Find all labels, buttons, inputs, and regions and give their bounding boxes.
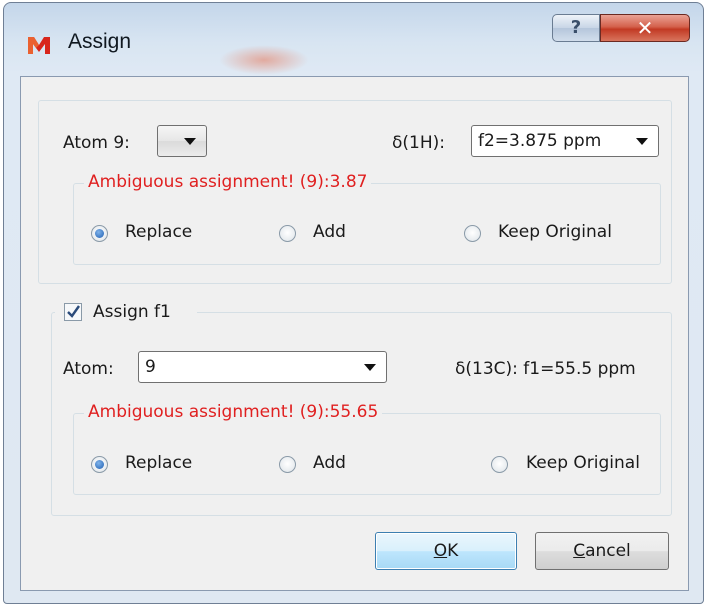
cancel-button[interactable]: Cancel <box>535 532 669 570</box>
checkmark-icon <box>67 305 80 318</box>
atom-label-proton: Atom 9: <box>63 133 130 153</box>
title-bar[interactable]: Assign ? ✕ <box>4 3 703 83</box>
assign-dialog: Assign ? ✕ Atom 9: δ(1H): f2=3.875 ppm A… <box>3 2 704 604</box>
proton-warning: Ambiguous assignment! (9):3.87 <box>84 172 372 192</box>
proton-add-label[interactable]: Add <box>313 222 346 242</box>
carbon-replace-label[interactable]: Replace <box>125 453 192 473</box>
help-icon: ? <box>570 17 582 38</box>
proton-shift-combo[interactable]: f2=3.875 ppm <box>471 125 659 157</box>
proton-replace-radio[interactable] <box>91 225 108 242</box>
carbon-replace-radio[interactable] <box>91 456 108 473</box>
carbon-atom-value: 9 <box>145 357 156 377</box>
carbon-atom-combo[interactable]: 9 <box>138 351 387 383</box>
help-button[interactable]: ? <box>552 14 600 42</box>
title-decoration <box>219 45 309 75</box>
proton-replace-label[interactable]: Replace <box>125 222 192 242</box>
chevron-down-icon <box>184 138 196 145</box>
chevron-down-icon <box>636 138 648 145</box>
carbon-add-label[interactable]: Add <box>313 453 346 473</box>
window-title: Assign <box>68 30 132 53</box>
proton-add-radio[interactable] <box>279 225 296 242</box>
assign-f1-label[interactable]: Assign f1 <box>93 302 171 322</box>
app-logo-icon <box>28 37 50 54</box>
close-button[interactable]: ✕ <box>600 14 690 42</box>
proton-keep-original-label[interactable]: Keep Original <box>498 222 612 242</box>
carbon-shift-text: δ(13C): f1=55.5 ppm <box>455 359 636 379</box>
close-icon: ✕ <box>636 16 654 40</box>
assign-f1-checkbox[interactable] <box>64 303 82 321</box>
ok-button[interactable]: OK <box>375 532 517 570</box>
chevron-down-icon <box>364 364 376 371</box>
atom-label-carbon: Atom: <box>63 359 114 379</box>
dialog-body: Atom 9: δ(1H): f2=3.875 ppm Ambiguous as… <box>20 76 689 591</box>
carbon-keep-original-radio[interactable] <box>491 456 508 473</box>
carbon-add-radio[interactable] <box>279 456 296 473</box>
carbon-warning: Ambiguous assignment! (9):55.65 <box>84 402 383 422</box>
shift-label-proton: δ(1H): <box>392 133 445 153</box>
proton-keep-original-radio[interactable] <box>464 225 481 242</box>
proton-shift-value: f2=3.875 ppm <box>478 131 602 151</box>
proton-atom-combo[interactable] <box>157 125 207 157</box>
carbon-keep-original-label[interactable]: Keep Original <box>526 453 640 473</box>
